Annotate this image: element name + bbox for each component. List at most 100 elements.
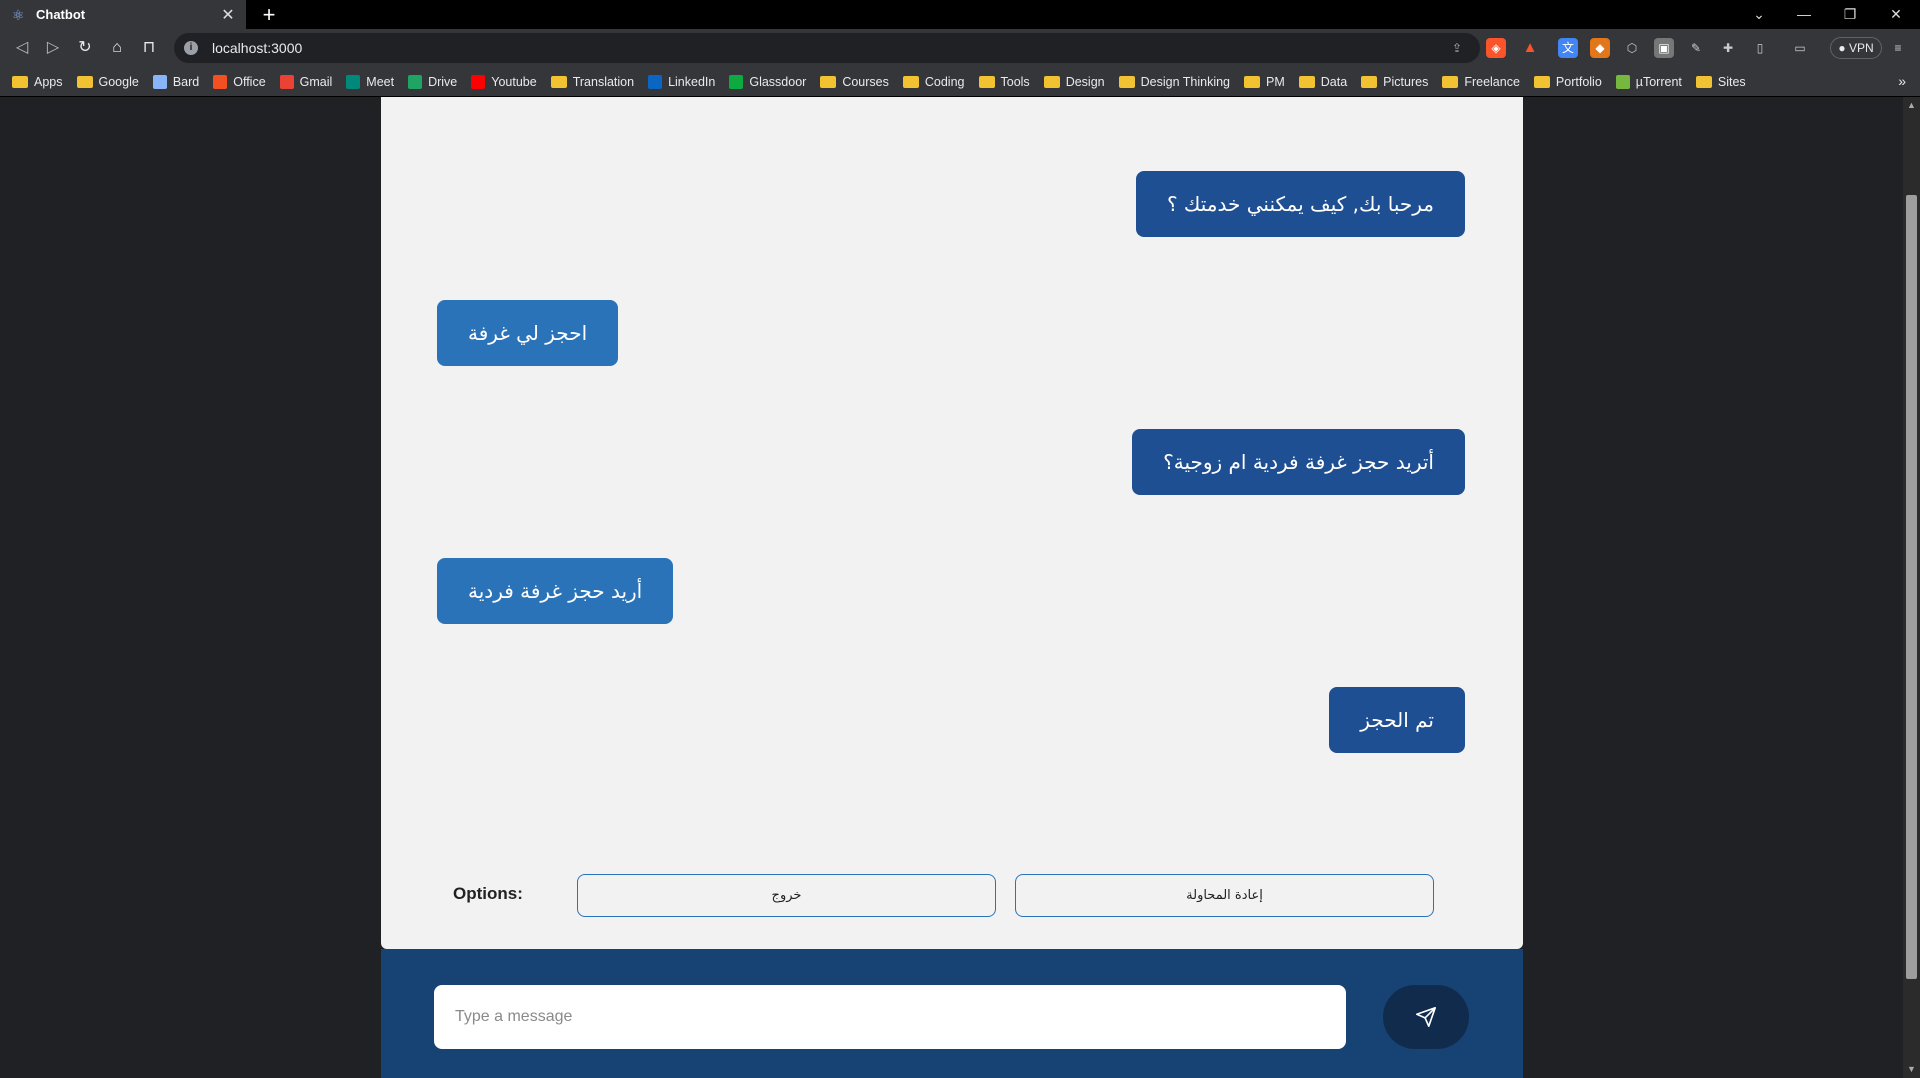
bookmark-label: Translation: [572, 74, 635, 89]
bookmark-tools[interactable]: Tools: [978, 75, 1030, 89]
bookmark-glassdoor[interactable]: Glassdoor: [729, 74, 807, 89]
linkedin-icon: [648, 74, 663, 89]
back-icon[interactable]: ◁: [9, 35, 35, 61]
translate-icon[interactable]: 文: [1558, 38, 1578, 58]
scroll-down-icon[interactable]: ▼: [1906, 1064, 1917, 1074]
tab-chatbot[interactable]: ⚛ Chatbot ✕: [0, 0, 246, 29]
bookmark-sites[interactable]: Sites: [1695, 74, 1746, 89]
scroll-up-icon[interactable]: ▲: [1906, 100, 1917, 110]
folder-icon: [978, 75, 995, 88]
wallet-icon[interactable]: ▭: [1790, 38, 1810, 58]
address-bar[interactable]: i localhost:3000: [174, 33, 1480, 63]
user-message: أريد حجز غرفة فردية: [437, 558, 674, 624]
bookmark-label: µTorrent: [1635, 74, 1682, 89]
tab-search-icon[interactable]: ⌄: [1737, 0, 1781, 29]
bookmark-office[interactable]: Office: [213, 74, 266, 89]
bookmark-label: Sites: [1717, 74, 1746, 89]
more-bookmarks-icon[interactable]: »: [1898, 73, 1906, 89]
react-icon: ⚛: [12, 6, 25, 23]
info-icon[interactable]: i: [184, 41, 198, 55]
bookmark-coding[interactable]: Coding: [902, 74, 965, 89]
folder-icon: [1361, 75, 1378, 88]
side-panel-icon[interactable]: ▯: [1750, 38, 1770, 58]
bookmark-translation[interactable]: Translation: [550, 74, 635, 89]
office-icon: [213, 74, 228, 89]
close-tab-icon[interactable]: ✕: [216, 5, 240, 25]
bookmark-freelance[interactable]: Freelance: [1442, 75, 1520, 89]
restore-button[interactable]: ❐: [1828, 0, 1872, 29]
bookmark-label: Coding: [924, 74, 965, 89]
share-icon[interactable]: ⇪: [1447, 38, 1467, 58]
bookmark-label: Freelance: [1464, 74, 1520, 89]
bookmark-label: Gmail: [299, 74, 333, 89]
bookmark-label: Meet: [366, 74, 395, 89]
exit-option-button[interactable]: خروج: [577, 874, 996, 917]
bot-message: مرحبا بك, كيف يمكنني خدمتك ؟: [1135, 171, 1465, 237]
bookmark-label: LinkedIn: [668, 74, 716, 89]
bookmark-µtorrent[interactable]: µTorrent: [1615, 74, 1682, 89]
send-button[interactable]: [1383, 985, 1469, 1049]
pen-extension-icon[interactable]: ✎: [1686, 38, 1706, 58]
new-tab-button[interactable]: +: [256, 2, 282, 28]
bookmark-pm[interactable]: PM: [1244, 75, 1285, 89]
browser-toolbar: ◁ ▷ ↻ ⌂ ⊓ i localhost:3000 ⇪ ◈ ▲ 文 ◆ ⬡ ▣…: [0, 29, 1920, 67]
close-window-button[interactable]: ✕: [1874, 0, 1918, 29]
bookmark-bard[interactable]: Bard: [152, 74, 200, 89]
folder-icon: [1298, 75, 1315, 88]
µtorrent-icon: [1615, 74, 1630, 89]
bookmark-design[interactable]: Design: [1043, 74, 1105, 89]
bookmark-apps[interactable]: Apps: [12, 75, 63, 89]
brave-rewards-icon[interactable]: ▲: [1520, 38, 1540, 58]
meet-icon: [346, 74, 361, 89]
folder-icon: [1695, 75, 1712, 88]
minimize-button[interactable]: —: [1782, 0, 1826, 29]
bookmark-gmail[interactable]: Gmail: [279, 74, 333, 89]
message-input[interactable]: [434, 985, 1346, 1049]
bookmark-label: Office: [233, 74, 266, 89]
retry-option-button[interactable]: إعادة المحاولة: [1015, 874, 1434, 917]
bookmark-label: Data: [1320, 74, 1348, 89]
bookmark-portfolio[interactable]: Portfolio: [1533, 75, 1602, 89]
bookmark-drive[interactable]: Drive: [408, 74, 457, 89]
scrollbar-thumb[interactable]: [1906, 195, 1917, 979]
folder-icon: [76, 75, 93, 88]
bookmark-data[interactable]: Data: [1298, 74, 1348, 89]
menu-icon[interactable]: ≡: [1888, 38, 1908, 58]
vpn-button[interactable]: ● VPN: [1830, 37, 1882, 59]
bookmarks-bar: Apps Google Bard Office Gmail Meet Drive Youtub…: [0, 67, 1920, 97]
bookmark-label: Pictures: [1383, 74, 1429, 89]
brave-shield-icon[interactable]: ◈: [1486, 38, 1506, 58]
bookmark-label: Glassdoor: [749, 74, 807, 89]
bookmark-youtube[interactable]: Youtube: [471, 74, 537, 89]
metamask-icon[interactable]: ◆: [1590, 38, 1610, 58]
forward-icon[interactable]: ▷: [40, 35, 66, 61]
youtube-icon: [471, 74, 486, 89]
bookmark-label: Youtube: [491, 74, 537, 89]
bot-message: أتريد حجز غرفة فردية ام زوجية؟: [1132, 429, 1465, 495]
image-extension-icon[interactable]: ▣: [1654, 38, 1674, 58]
reload-icon[interactable]: ↻: [72, 35, 98, 61]
gmail-icon: [279, 74, 294, 89]
bookmark-linkedin[interactable]: LinkedIn: [648, 74, 716, 89]
extensions-puzzle-icon[interactable]: ✚: [1718, 38, 1738, 58]
bookmark-label: PM: [1266, 74, 1285, 89]
bookmark-label: Design: [1065, 74, 1105, 89]
vpn-label: VPN: [1848, 41, 1874, 55]
user-message: احجز لي غرفة: [437, 300, 619, 366]
bot-message: تم الحجز: [1329, 687, 1465, 753]
cube-extension-icon[interactable]: ⬡: [1622, 38, 1642, 58]
bookmark-pictures[interactable]: Pictures: [1361, 75, 1428, 89]
bookmark-label: Apps: [34, 74, 63, 89]
bookmark-courses[interactable]: Courses: [820, 75, 889, 89]
folder-icon: [1244, 75, 1261, 88]
bookmark-meet[interactable]: Meet: [346, 74, 395, 89]
home-icon[interactable]: ⌂: [104, 35, 130, 61]
bookmark-icon[interactable]: ⊓: [136, 35, 162, 61]
bookmark-design-thinking[interactable]: Design Thinking: [1118, 75, 1230, 89]
tab-title: Chatbot: [36, 7, 86, 22]
bookmark-google[interactable]: Google: [76, 75, 139, 89]
bookmark-label: Courses: [842, 74, 889, 89]
options-label: Options:: [453, 884, 523, 903]
bookmark-label: Bard: [172, 74, 200, 89]
folder-icon: [1533, 75, 1550, 88]
